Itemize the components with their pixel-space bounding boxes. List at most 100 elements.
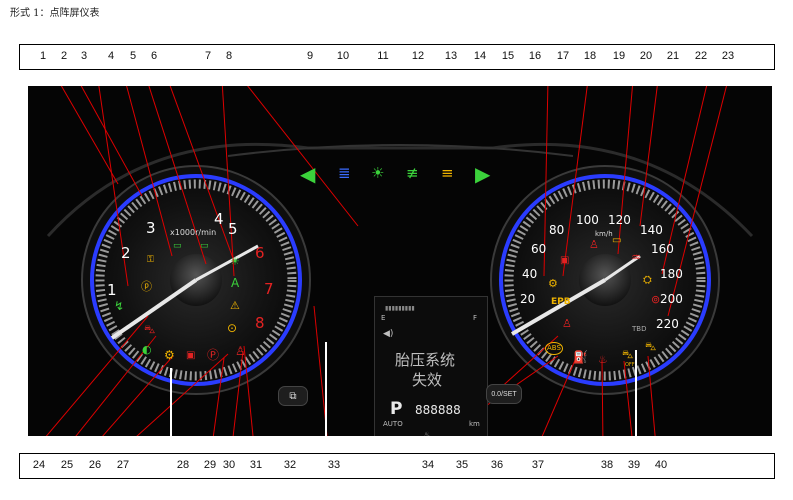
low-beam-icon: ☀ [371, 164, 385, 182]
callout-number: 6 [150, 50, 158, 62]
speed-label: 20 [520, 292, 536, 306]
off-label: OFF [625, 362, 635, 368]
fog-lamp-icon: ≢ [406, 164, 419, 182]
speed-label: 120 [608, 213, 631, 227]
stability-icon: ⛍ [645, 340, 657, 353]
tach-label: 1 [107, 281, 117, 299]
gear-icon: ⚙ [164, 348, 175, 362]
display-button[interactable]: ⧉ [278, 386, 308, 406]
tach-unit: x1000r/min [170, 228, 217, 237]
brake-icon: ⊚ [651, 293, 661, 306]
callout-number: 3 [80, 50, 88, 62]
engine-icon: ⚙ [548, 277, 558, 290]
gear-indicator: P [390, 399, 403, 419]
headlight-icon: ◐ [142, 343, 152, 356]
callout-number: 4 [107, 50, 115, 62]
oil-pressure-icon: ♒ [631, 251, 641, 264]
callout-number: 15 [501, 50, 515, 62]
reset-set-button[interactable]: 0.0/SET [486, 384, 522, 404]
reset-set-label: 0.0/SET [491, 390, 517, 398]
drive-mode-label: AUTO [383, 420, 403, 428]
callout-number: 12 [411, 50, 425, 62]
parking-brake-icon: Ⓟ [207, 348, 220, 362]
green-lamp-icon: ▭ [200, 241, 209, 251]
callout-number: 17 [556, 50, 570, 62]
tachometer [81, 165, 311, 395]
callout-number: 13 [444, 50, 458, 62]
callout-number: 19 [612, 50, 626, 62]
tbd-label: TBD [632, 325, 647, 333]
seatbelt-icon: ♙ [235, 344, 246, 358]
battery-icon: ▣ [560, 255, 570, 266]
page-heading: 形式 1：点阵屏仪表 [10, 8, 100, 19]
tach-label: 4 [214, 210, 224, 228]
fuel-icon: ⛽ [573, 350, 588, 364]
callout-number: 30 [222, 459, 236, 471]
callout-number: 22 [694, 50, 708, 62]
callout-number: 5 [129, 50, 137, 62]
turn-left-icon: ◀ [300, 162, 316, 186]
callout-number: 16 [528, 50, 542, 62]
tach-label: 2 [121, 244, 131, 262]
callout-number: 14 [473, 50, 487, 62]
fuel-bar: ▮▮▮▮▮▮▮▮▮ [385, 305, 415, 312]
callout-number: 10 [336, 50, 350, 62]
callout-number: 39 [627, 459, 641, 471]
callout-number: 8 [225, 50, 233, 62]
callout-number: 20 [639, 50, 653, 62]
seatbelt-icon: ♙ [562, 317, 572, 330]
top-number-bar: 1 2 3 4 5 6 7 8 9 10 11 12 13 14 15 16 1… [19, 44, 775, 70]
instrument-cluster: 1 2 3 4 5 6 7 8 x1000r/min ⓟ ⚿ ▭ ▭ ☀ A ⚠… [28, 86, 772, 436]
callout-number: 25 [60, 459, 74, 471]
speed-unit: km/h [595, 230, 613, 238]
trend-icon: ↯ [114, 299, 125, 313]
message-line-1: 胎压系统 [395, 351, 456, 369]
speed-label: 180 [660, 267, 683, 281]
callout-number: 33 [327, 459, 341, 471]
odometer-unit: km [469, 420, 480, 428]
abs-icon: ABS [545, 342, 563, 355]
tach-label: 8 [255, 314, 265, 332]
center-display: E F ▮▮▮▮▮▮▮▮▮ ◀) 胎压系统 失效 P 888888 AUTO k… [374, 296, 488, 436]
callout-number: 38 [600, 459, 614, 471]
speed-label: 80 [549, 223, 565, 237]
callout-number: 23 [721, 50, 735, 62]
bottom-number-bar: 24 25 26 27 28 29 30 31 32 33 34 35 36 3… [19, 453, 775, 479]
callout-number: 34 [421, 459, 435, 471]
fuel-full-label: F [473, 314, 478, 322]
temp-hot-label: H [473, 435, 478, 436]
airbag-icon: ♙ [589, 238, 599, 251]
fuel-empty-label: E [381, 314, 386, 322]
callout-number: 21 [666, 50, 680, 62]
callout-number: 31 [249, 459, 263, 471]
tach-label: 5 [228, 220, 238, 238]
auto-hold-icon: A [231, 276, 240, 290]
high-beam-icon: ≣ [338, 164, 351, 182]
temp-cold-label: C [381, 435, 386, 436]
speed-label: 160 [651, 242, 674, 256]
speed-label: 100 [576, 213, 599, 227]
tire-pressure-icon: ⊙ [227, 321, 238, 335]
callout-number: 7 [204, 50, 212, 62]
key-icon: ⚿ [147, 255, 154, 265]
display-icon: ⧉ [289, 390, 297, 402]
callout-number: 36 [490, 459, 504, 471]
door-icon: ▭ [612, 235, 622, 246]
brake-warning-icon: ⓟ [141, 280, 152, 293]
callout-number: 11 [377, 50, 389, 62]
epb-icon: EPB [551, 297, 571, 307]
traction-off-icon: ⛍ [622, 348, 634, 361]
tach-label: 3 [146, 219, 156, 237]
coolant-icon: ♨ [423, 431, 432, 436]
callout-number: 9 [306, 50, 314, 62]
turn-right-icon: ▶ [475, 162, 491, 186]
green-lamp-icon: ▭ [173, 241, 182, 251]
speaker-icon: ◀) [383, 329, 394, 339]
speed-label: 200 [660, 292, 683, 306]
tach-label: 7 [264, 280, 274, 298]
odometer-value: 888888 [415, 403, 461, 417]
message-line-2: 失效 [412, 371, 443, 389]
rear-fog-icon: ≡ [441, 164, 454, 182]
coolant-temp-icon: ♨ [598, 353, 608, 366]
warning-icon: ⚠ [230, 299, 240, 312]
